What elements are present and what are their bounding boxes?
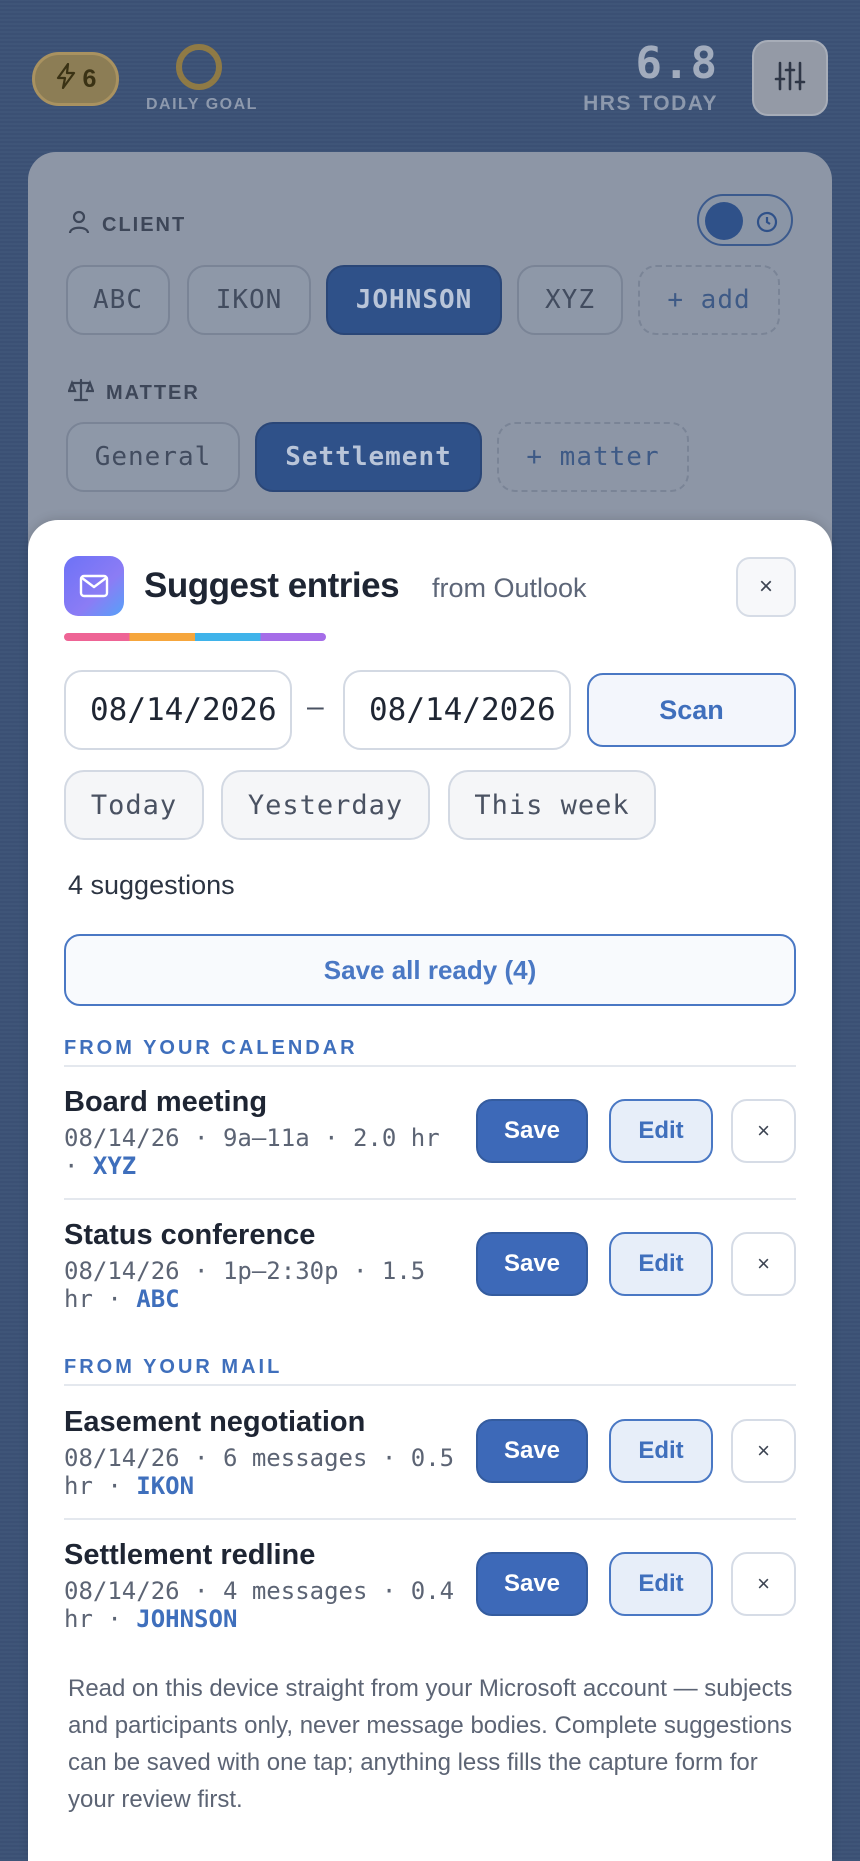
settings-button[interactable] xyxy=(752,40,828,116)
matter-chip-general[interactable]: General xyxy=(66,422,240,492)
brand-stripe xyxy=(64,633,326,641)
date-from-input[interactable]: 08/14/2026 xyxy=(64,670,292,750)
streak-badge[interactable]: 6 xyxy=(32,52,119,106)
mail-group-heading: FROM YOUR MAIL xyxy=(64,1356,283,1378)
divider xyxy=(64,1065,796,1067)
edit-button[interactable]: Edit xyxy=(609,1419,713,1483)
matter-chip-settlement[interactable]: Settlement xyxy=(255,422,482,492)
scales-icon xyxy=(67,378,95,408)
matter-section-label: MATTER xyxy=(67,378,200,408)
suggestion-client: JOHNSON xyxy=(136,1605,238,1633)
preset-this-week[interactable]: This week xyxy=(448,770,656,840)
top-bar: 6 DAILY GOAL 6.8 HRS TODAY xyxy=(0,0,860,150)
streak-count: 6 xyxy=(82,64,97,93)
preset-yesterday[interactable]: Yesterday xyxy=(221,770,430,840)
add-matter-button[interactable]: + matter xyxy=(497,422,689,492)
suggestion-meta: 08/14/26 · 4 messages · 0.4 hr · JOHNSON xyxy=(64,1577,455,1633)
daily-goal-ring[interactable] xyxy=(176,44,222,90)
dismiss-button[interactable]: × xyxy=(731,1099,796,1163)
dismiss-button[interactable]: × xyxy=(731,1419,796,1483)
suggestion-client: IKON xyxy=(136,1472,195,1500)
hours-today-value: 6.8 xyxy=(635,38,718,89)
suggestion-title: Board meeting xyxy=(64,1086,268,1118)
suggestion-count: 4 suggestions xyxy=(68,870,235,900)
sheet-source: from Outlook xyxy=(432,573,587,603)
edit-button[interactable]: Edit xyxy=(609,1099,713,1163)
person-icon xyxy=(68,210,90,240)
capture-form: CLIENT ABC IKON JOHNSON XYZ + add MATTER… xyxy=(28,152,832,572)
dismiss-button[interactable]: × xyxy=(731,1232,796,1296)
client-chip-xyz[interactable]: XYZ xyxy=(517,265,623,335)
date-to-input[interactable]: 08/14/2026 xyxy=(343,670,571,750)
add-client-button[interactable]: + add xyxy=(638,265,780,335)
daily-goal-label: DAILY GOAL xyxy=(146,96,258,113)
suggestion-title: Easement negotiation xyxy=(64,1406,366,1438)
save-all-ready-button[interactable]: Save all ready (4) xyxy=(64,934,796,1006)
bolt-icon xyxy=(55,62,77,96)
range-separator: – xyxy=(307,690,324,723)
toggle-knob xyxy=(705,202,743,240)
save-button[interactable]: Save xyxy=(476,1099,588,1163)
edit-button[interactable]: Edit xyxy=(609,1552,713,1616)
sheet-title: Suggest entries xyxy=(144,566,400,605)
save-button[interactable]: Save xyxy=(476,1419,588,1483)
suggestion-meta: 08/14/26 · 6 messages · 0.5 hr · IKON xyxy=(64,1444,455,1500)
edit-button[interactable]: Edit xyxy=(609,1232,713,1296)
divider xyxy=(64,1198,796,1200)
sliders-icon xyxy=(773,59,807,98)
suggestion-client: XYZ xyxy=(92,1152,137,1180)
suggest-entries-sheet: Suggest entries from Outlook × 08/14/202… xyxy=(28,520,832,1861)
client-section-label: CLIENT xyxy=(68,210,186,240)
suggestion-client: ABC xyxy=(136,1285,180,1313)
clock-icon xyxy=(755,210,779,239)
divider xyxy=(64,1384,796,1386)
privacy-footnote: Read on this device straight from your M… xyxy=(68,1675,793,1813)
suggestion-meta: 08/14/26 · 9a–11a · 2.0 hr · XYZ xyxy=(64,1124,440,1180)
client-chip-abc[interactable]: ABC xyxy=(66,265,170,335)
close-button[interactable]: × xyxy=(736,557,796,617)
save-button[interactable]: Save xyxy=(476,1552,588,1616)
dismiss-button[interactable]: × xyxy=(731,1552,796,1616)
preset-today[interactable]: Today xyxy=(64,770,204,840)
suggestion-meta: 08/14/26 · 1p–2:30p · 1.5 hr · ABC xyxy=(64,1257,426,1313)
suggestion-title: Settlement redline xyxy=(64,1539,316,1571)
suggestion-title: Status conference xyxy=(64,1219,316,1251)
calendar-group-heading: FROM YOUR CALENDAR xyxy=(64,1037,358,1059)
scan-button[interactable]: Scan xyxy=(587,673,796,747)
client-chip-johnson[interactable]: JOHNSON xyxy=(326,265,502,335)
client-chip-ikon[interactable]: IKON xyxy=(187,265,311,335)
hours-today-label: HRS TODAY xyxy=(583,92,718,115)
outlook-mail-icon xyxy=(64,556,124,616)
divider xyxy=(64,1518,796,1520)
timer-mode-toggle[interactable] xyxy=(697,194,793,246)
save-button[interactable]: Save xyxy=(476,1232,588,1296)
